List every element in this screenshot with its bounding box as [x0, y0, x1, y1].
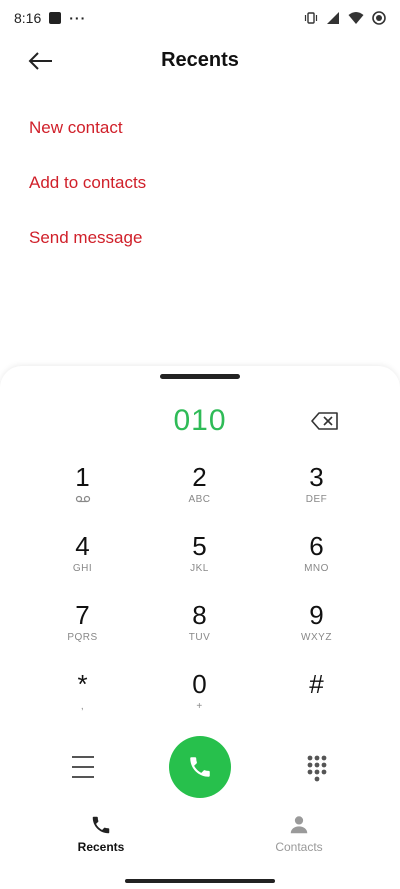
dialpad-grid-icon[interactable]: [306, 754, 328, 782]
voicemail-icon: [75, 494, 91, 506]
key-0[interactable]: 0 +: [141, 669, 258, 738]
key-digit: 8: [192, 600, 207, 630]
key-letters: DEF: [305, 494, 328, 505]
key-letters: MNO: [304, 563, 329, 574]
key-letters: PQRS: [67, 632, 98, 643]
bottom-nav: Recents Contacts: [0, 814, 400, 864]
notification-icon: [49, 12, 62, 24]
wifi-icon: [348, 12, 364, 24]
send-message-link[interactable]: Send message: [29, 220, 146, 275]
dialed-number: 010: [173, 404, 227, 437]
home-indicator: [125, 879, 275, 883]
key-digit: 4: [75, 531, 90, 561]
call-button[interactable]: [169, 736, 231, 798]
key-digit: 9: [309, 600, 324, 630]
menu-icon-line: [72, 766, 94, 768]
key-letters: ABC: [188, 494, 211, 505]
key-9[interactable]: 9 WXYZ: [258, 600, 375, 669]
key-8[interactable]: 8 TUV: [141, 600, 258, 669]
key-5[interactable]: 5 JKL: [141, 531, 258, 600]
add-to-contacts-link[interactable]: Add to contacts: [29, 165, 146, 220]
nav-recents[interactable]: Recents: [51, 814, 151, 854]
key-letters: GHI: [72, 563, 93, 574]
key-digit: 0: [192, 669, 207, 699]
key-star[interactable]: * ,: [24, 669, 141, 738]
back-arrow-icon: [28, 52, 52, 70]
key-6[interactable]: 6 MNO: [258, 531, 375, 600]
dialpad-panel: 010 1 2 ABC 3 DEF 4 GHI 5 JKL 6 MNO 7 PQ…: [0, 366, 400, 889]
more-notifications-icon: ···: [69, 10, 87, 26]
key-hash[interactable]: #: [258, 669, 375, 738]
header: Recents: [0, 40, 400, 80]
key-letters: TUV: [188, 632, 211, 643]
key-digit: 7: [75, 600, 90, 630]
key-7[interactable]: 7 PQRS: [24, 600, 141, 669]
page-title: Recents: [161, 48, 239, 71]
key-4[interactable]: 4 GHI: [24, 531, 141, 600]
key-letters: +: [196, 701, 203, 712]
key-digit: 2: [192, 462, 207, 492]
key-2[interactable]: 2 ABC: [141, 462, 258, 531]
person-icon: [290, 816, 308, 834]
status-left: 8:16 ···: [14, 10, 86, 26]
key-digit: #: [309, 669, 324, 699]
vibrate-icon: [304, 12, 318, 24]
phone-icon: [190, 757, 210, 777]
keypad: 1 2 ABC 3 DEF 4 GHI 5 JKL 6 MNO 7 PQRS 8…: [24, 462, 376, 738]
menu-button[interactable]: [72, 756, 94, 778]
key-digit: *: [77, 669, 88, 699]
key-letters: WXYZ: [301, 632, 332, 643]
key-1[interactable]: 1: [24, 462, 141, 531]
new-contact-link[interactable]: New contact: [29, 110, 146, 165]
key-digit: 3: [309, 462, 324, 492]
drag-handle[interactable]: [160, 374, 240, 379]
key-digit: 6: [309, 531, 324, 561]
key-digit: 1: [75, 462, 90, 492]
signal-icon: [327, 12, 339, 24]
action-list: New contact Add to contacts Send message: [29, 110, 146, 275]
status-right: [304, 11, 386, 25]
status-bar: 8:16 ···: [0, 0, 400, 36]
battery-icon: [372, 11, 386, 25]
nav-recents-label: Recents: [77, 840, 125, 854]
backspace-button[interactable]: [310, 410, 340, 432]
phone-icon: [92, 816, 110, 834]
key-digit: 5: [192, 531, 207, 561]
back-button[interactable]: [24, 44, 58, 78]
key-letters: JKL: [190, 563, 209, 574]
dialpad-controls: [0, 736, 400, 800]
nav-contacts-label: Contacts: [275, 840, 323, 854]
backspace-icon: [311, 412, 338, 430]
key-letters: ,: [80, 701, 85, 712]
menu-icon-line: [72, 776, 94, 778]
nav-contacts[interactable]: Contacts: [249, 814, 349, 854]
status-time: 8:16: [14, 10, 42, 26]
menu-icon: [72, 756, 94, 758]
key-3[interactable]: 3 DEF: [258, 462, 375, 531]
